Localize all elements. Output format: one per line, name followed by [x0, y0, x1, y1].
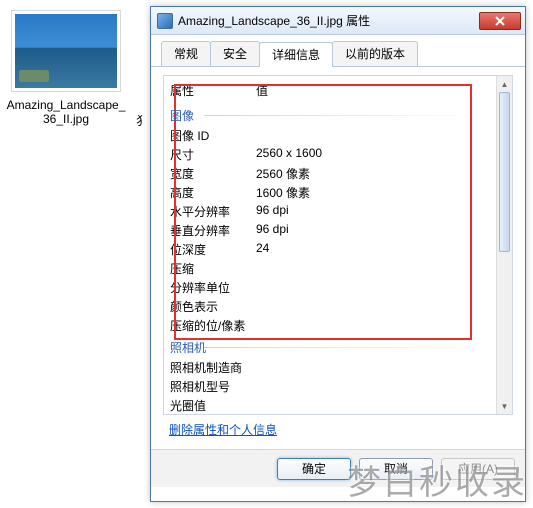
prop-row: 压缩: [170, 259, 490, 278]
titlebar[interactable]: Amazing_Landscape_36_II.jpg 属性: [151, 7, 525, 35]
stray-character: 犭: [136, 112, 148, 129]
file-item[interactable]: Amazing_Landscape_36_II.jpg: [6, 10, 126, 126]
prop-row: 光圈值: [170, 396, 490, 415]
prop-row: 宽度2560 像素: [170, 164, 490, 183]
prop-row: 位深度24: [170, 240, 490, 259]
ok-button[interactable]: 确定: [277, 458, 351, 480]
prop-row: 分辨率单位: [170, 278, 490, 297]
prop-row: 高度1600 像素: [170, 183, 490, 202]
details-list[interactable]: 属性 值 图像 图像 ID 尺寸2560 x 1600 宽度2560 像素 高度…: [163, 75, 513, 415]
properties-dialog: Amazing_Landscape_36_II.jpg 属性 常规 安全 详细信…: [150, 6, 526, 502]
prop-row: 照相机制造商: [170, 358, 490, 377]
prop-row: 尺寸2560 x 1600: [170, 145, 490, 164]
dialog-button-row: 确定 取消 应用(A): [151, 449, 525, 487]
remove-properties-link[interactable]: 删除属性和个人信息: [169, 423, 277, 437]
cancel-button[interactable]: 取消: [359, 458, 433, 480]
tab-general[interactable]: 常规: [161, 41, 211, 66]
tab-previous-versions[interactable]: 以前的版本: [332, 41, 418, 66]
section-image-title: 图像: [170, 103, 490, 126]
dialog-title: Amazing_Landscape_36_II.jpg 属性: [178, 12, 479, 29]
tab-details[interactable]: 详细信息: [259, 42, 333, 67]
prop-row: 垂直分辨率96 dpi: [170, 221, 490, 240]
section-camera-title: 照相机: [170, 335, 490, 358]
close-button[interactable]: [479, 12, 521, 30]
prop-row: 图像 ID: [170, 126, 490, 145]
header-value: 值: [256, 82, 268, 99]
vertical-scrollbar[interactable]: ▲ ▼: [496, 76, 512, 414]
header-property: 属性: [170, 82, 256, 99]
scroll-thumb[interactable]: [499, 92, 510, 252]
prop-row: 水平分辨率96 dpi: [170, 202, 490, 221]
tab-strip: 常规 安全 详细信息 以前的版本: [151, 35, 525, 67]
file-name-label: Amazing_Landscape_36_II.jpg: [6, 98, 126, 126]
file-thumbnail: [11, 10, 121, 92]
details-pane: 属性 值 图像 图像 ID 尺寸2560 x 1600 宽度2560 像素 高度…: [151, 67, 525, 449]
tab-security[interactable]: 安全: [210, 41, 260, 66]
app-icon: [157, 13, 173, 29]
prop-row: 压缩的位/像素: [170, 316, 490, 335]
prop-row: 颜色表示: [170, 297, 490, 316]
prop-row: 照相机型号: [170, 377, 490, 396]
close-icon: [495, 16, 505, 26]
column-headers: 属性 值: [170, 80, 490, 103]
scroll-down-icon[interactable]: ▼: [497, 398, 512, 414]
scroll-up-icon[interactable]: ▲: [497, 76, 512, 92]
apply-button: 应用(A): [441, 458, 515, 480]
